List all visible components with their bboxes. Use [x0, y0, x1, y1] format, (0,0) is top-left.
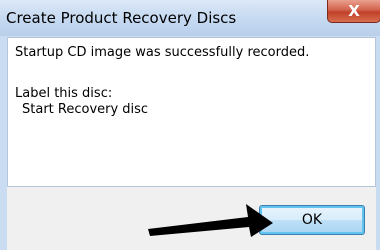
status-message: Startup CD image was successfully record…	[15, 45, 310, 60]
disc-label-value: Start Recovery disc	[22, 102, 149, 117]
window-title: Create Product Recovery Discs	[6, 9, 237, 27]
close-button[interactable]: X	[327, 0, 380, 23]
title-bar[interactable]: Create Product Recovery Discs	[0, 0, 380, 36]
arrow-icon	[148, 204, 273, 237]
dialog-window: Create Product Recovery Discs X Startup …	[0, 0, 380, 250]
ok-button[interactable]: OK	[259, 205, 365, 235]
label-heading: Label this disc:	[15, 86, 113, 101]
close-icon: X	[348, 2, 360, 20]
